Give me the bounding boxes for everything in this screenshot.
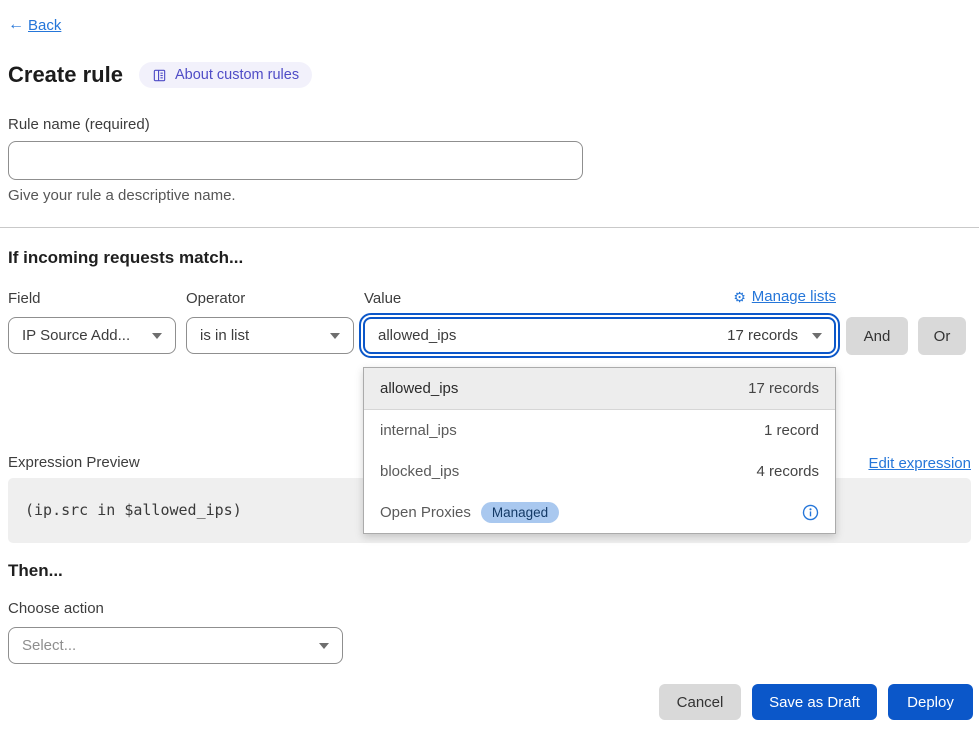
info-icon[interactable] xyxy=(802,504,819,521)
action-select-placeholder: Select... xyxy=(22,637,76,654)
operator-select[interactable]: is in list xyxy=(186,317,354,354)
value-select[interactable]: allowed_ips 17 records xyxy=(363,317,836,354)
list-item-name: blocked_ips xyxy=(380,463,459,480)
operator-label: Operator xyxy=(186,290,245,307)
chevron-down-icon xyxy=(330,333,340,339)
managed-badge: Managed xyxy=(481,502,559,523)
choose-action-label: Choose action xyxy=(8,600,104,617)
list-item-records: 4 records xyxy=(756,463,819,480)
edit-expression-link[interactable]: Edit expression xyxy=(868,455,971,472)
rule-name-input[interactable] xyxy=(8,141,583,180)
match-section-heading: If incoming requests match... xyxy=(8,248,243,268)
field-select[interactable]: IP Source Add... xyxy=(8,317,176,354)
chevron-down-icon xyxy=(319,643,329,649)
value-select-focus-ring: allowed_ips 17 records xyxy=(359,313,840,358)
section-divider xyxy=(0,227,979,228)
gear-icon: ⚙ xyxy=(733,290,746,304)
rule-name-label: Rule name (required) xyxy=(8,116,150,133)
expression-preview-label: Expression Preview xyxy=(8,454,140,471)
value-select-records: 17 records xyxy=(727,327,798,344)
list-item-records: 1 record xyxy=(764,422,819,439)
value-select-name: allowed_ips xyxy=(378,327,727,344)
book-icon xyxy=(152,68,167,83)
and-button[interactable]: And xyxy=(846,317,908,355)
back-link-label: Back xyxy=(28,17,61,34)
chevron-down-icon xyxy=(812,333,822,339)
deploy-button[interactable]: Deploy xyxy=(888,684,973,720)
list-item-records: 17 records xyxy=(748,380,819,397)
field-label: Field xyxy=(8,290,41,307)
list-item-open-proxies[interactable]: Open Proxies Managed xyxy=(364,492,835,533)
manage-lists-label: Manage lists xyxy=(752,288,836,305)
list-item-name: allowed_ips xyxy=(380,380,458,397)
or-button[interactable]: Or xyxy=(918,317,966,355)
action-select[interactable]: Select... xyxy=(8,627,343,664)
save-as-draft-button[interactable]: Save as Draft xyxy=(752,684,877,720)
list-dropdown-menu: allowed_ips 17 records internal_ips 1 re… xyxy=(363,367,836,534)
back-link[interactable]: ←Back xyxy=(8,16,61,34)
chevron-down-icon xyxy=(152,333,162,339)
list-item-name: internal_ips xyxy=(380,422,457,439)
create-rule-page: ←Back Create rule About custom rules Rul… xyxy=(0,0,979,739)
list-item-allowed-ips[interactable]: allowed_ips 17 records xyxy=(364,368,835,410)
operator-select-value: is in list xyxy=(200,327,249,344)
list-item-blocked-ips[interactable]: blocked_ips 4 records xyxy=(364,451,835,492)
cancel-button[interactable]: Cancel xyxy=(659,684,741,720)
manage-lists-link[interactable]: ⚙ Manage lists xyxy=(363,288,836,305)
rule-name-helper-text: Give your rule a descriptive name. xyxy=(8,187,236,204)
title-row: Create rule About custom rules xyxy=(8,62,312,88)
page-title: Create rule xyxy=(8,62,123,88)
about-custom-rules-label: About custom rules xyxy=(175,67,299,83)
list-item-name: Open Proxies xyxy=(380,504,471,521)
back-arrow-icon: ← xyxy=(8,16,24,34)
list-item-internal-ips[interactable]: internal_ips 1 record xyxy=(364,410,835,451)
expression-code: (ip.src in $allowed_ips) xyxy=(25,501,242,519)
about-custom-rules-link[interactable]: About custom rules xyxy=(139,62,312,88)
field-select-value: IP Source Add... xyxy=(22,327,130,344)
then-section-heading: Then... xyxy=(8,561,63,581)
